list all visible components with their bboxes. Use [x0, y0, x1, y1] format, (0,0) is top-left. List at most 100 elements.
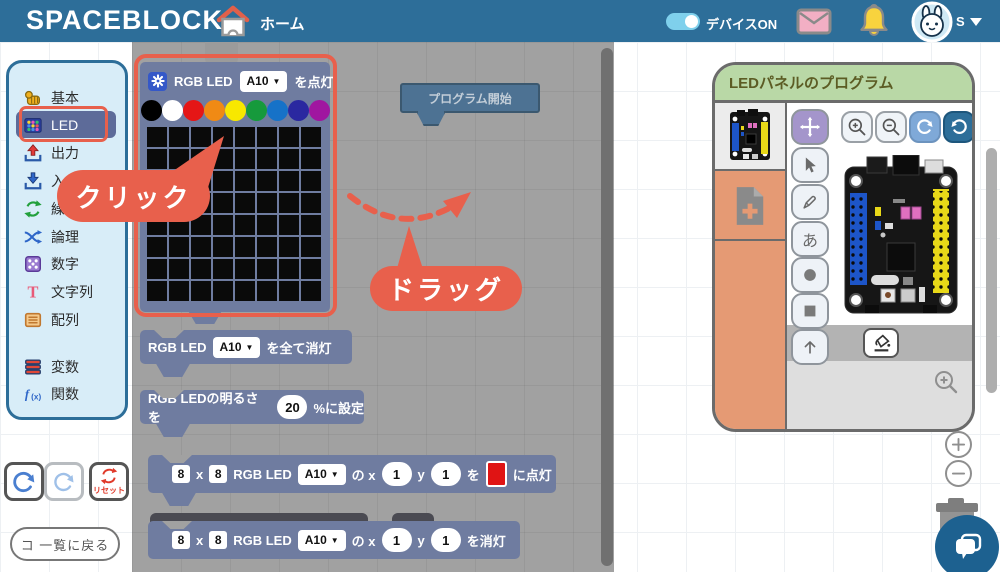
svg-text:(x): (x) [31, 392, 41, 401]
width-field[interactable]: 8 [172, 465, 190, 483]
user-initial: S [956, 14, 965, 29]
page-scrollbar[interactable] [986, 148, 997, 393]
sidebar-item-array[interactable]: 配列 [16, 306, 116, 333]
zoom-in-canvas-icon[interactable] [933, 369, 959, 395]
block-label: x [196, 533, 203, 548]
hand-icon [23, 88, 43, 108]
bell-icon[interactable] [857, 3, 891, 39]
sidebar-item-variable[interactable]: 変数 [16, 353, 116, 380]
user-menu-caret-icon[interactable] [970, 18, 982, 26]
block-pixel-off[interactable]: 8 x 8 RGB LED A10 ▼ の x 1 y 1 を消灯 [148, 521, 520, 559]
back-to-list-button[interactable]: コ 一覧に戻る [10, 527, 120, 561]
array-icon [23, 310, 43, 330]
block-label: を全て消灯 [266, 338, 331, 357]
minus-icon [951, 466, 966, 481]
zoom-in-icon [847, 117, 867, 137]
panel-left-column [715, 103, 787, 432]
brightness-value-field[interactable]: 20 [277, 395, 307, 419]
logic-icon [23, 227, 43, 247]
block-led-all-off[interactable]: RGB LED A10 ▼ を全て消灯 [140, 330, 352, 364]
sidebar-item-string[interactable]: T 文字列 [16, 278, 116, 305]
height-field[interactable]: 8 [209, 531, 227, 549]
sidebar-item-label: 数字 [51, 254, 79, 274]
device-toggle[interactable] [666, 13, 700, 30]
trash-lid [936, 503, 978, 512]
sidebar-item-logic[interactable]: 論理 [16, 223, 116, 250]
start-block[interactable]: プログラム開始 [400, 83, 540, 113]
workspace-zoom-in-button[interactable] [945, 431, 972, 458]
block-led-brightness[interactable]: RGB LEDの明るさを 20 %に設定 [140, 390, 364, 424]
workspace-zoom-out-button[interactable] [945, 460, 972, 487]
click-annotation: クリック [57, 170, 210, 222]
port-value: A10 [305, 533, 327, 547]
port-dropdown[interactable]: A10 ▼ [213, 337, 261, 358]
y-value-field[interactable]: 1 [431, 528, 461, 552]
block-label: RGB LED [233, 533, 292, 548]
color-swatch-field[interactable] [486, 461, 507, 487]
sidebar-item-label: 関数 [51, 384, 79, 404]
select-tool-button[interactable] [791, 147, 829, 183]
redo-button[interactable] [44, 462, 84, 501]
block-label: %に設定 [313, 398, 364, 417]
chevron-down-icon: ▼ [331, 536, 339, 545]
x-value-field[interactable]: 1 [382, 462, 412, 486]
sidebar-item-function[interactable]: f (x) 関数 [16, 380, 116, 407]
port-dropdown[interactable]: A10 ▼ [298, 464, 346, 485]
redo-icon [52, 470, 76, 494]
block-label: RGB LED [233, 467, 292, 482]
port-value: A10 [305, 467, 327, 481]
pen-icon [800, 192, 820, 212]
block-label: を消灯 [467, 531, 506, 550]
panel-header: LEDパネルのプログラム [715, 65, 972, 103]
home-icon[interactable] [214, 4, 252, 39]
flyout-scrollbar[interactable] [601, 48, 613, 566]
sidebar-item-output[interactable]: 出力 [16, 139, 116, 166]
sidebar-item-label: 論理 [51, 227, 79, 247]
sidebar-item-label: 配列 [51, 310, 79, 330]
loop-icon [23, 199, 43, 219]
arrow-up-tool-button[interactable] [791, 329, 829, 365]
panel-undo-button[interactable] [909, 111, 941, 143]
y-value-field[interactable]: 1 [431, 462, 461, 486]
output-icon [23, 143, 43, 163]
string-icon: T [23, 282, 43, 302]
x-value-field[interactable]: 1 [382, 528, 412, 552]
add-page-cell[interactable] [715, 173, 785, 241]
port-value: A10 [220, 340, 242, 354]
device-thumbnail-cell[interactable] [715, 103, 785, 171]
block-pixel-lit[interactable]: 8 x 8 RGB LED A10 ▼ の x 1 y 1 を に点灯 [148, 455, 556, 493]
avatar[interactable] [911, 1, 953, 43]
fill-bucket-button[interactable] [863, 328, 899, 358]
reset-button[interactable]: リセット [89, 462, 129, 501]
zoom-in-button[interactable] [841, 111, 873, 143]
chevron-down-icon: ▼ [331, 470, 339, 479]
text-tool-button[interactable]: あ [791, 221, 829, 257]
width-field[interactable]: 8 [172, 531, 190, 549]
home-label[interactable]: ホーム [260, 13, 305, 34]
square-tool-button[interactable] [791, 293, 829, 329]
back-to-list-label: コ 一覧に戻る [21, 535, 110, 554]
zoom-out-button[interactable] [875, 111, 907, 143]
pen-tool-button[interactable] [791, 184, 829, 220]
paint-bucket-icon [870, 332, 892, 354]
circle-tool-button[interactable] [791, 257, 829, 293]
panel-redo-button[interactable] [943, 111, 975, 143]
square-icon [800, 301, 820, 321]
move-tool-button[interactable] [791, 109, 829, 145]
port-dropdown[interactable]: A10 ▼ [298, 530, 346, 551]
undo-icon [915, 117, 935, 137]
block-label: の x [352, 531, 376, 550]
device-board-image[interactable] [841, 155, 961, 325]
sidebar-item-number[interactable]: 数字 [16, 250, 116, 277]
click-annotation-label: クリック [75, 178, 191, 215]
cursor-icon [800, 155, 820, 175]
mail-icon[interactable] [796, 8, 832, 35]
device-toggle-label: デバイスON [706, 14, 777, 33]
height-field[interactable]: 8 [209, 465, 227, 483]
undo-button[interactable] [4, 462, 44, 501]
device-program-panel: LEDパネルのプログラム [712, 62, 975, 432]
move-icon [799, 116, 821, 138]
function-icon: f (x) [23, 384, 43, 404]
svg-text:T: T [28, 282, 39, 301]
chat-button[interactable] [935, 515, 999, 572]
